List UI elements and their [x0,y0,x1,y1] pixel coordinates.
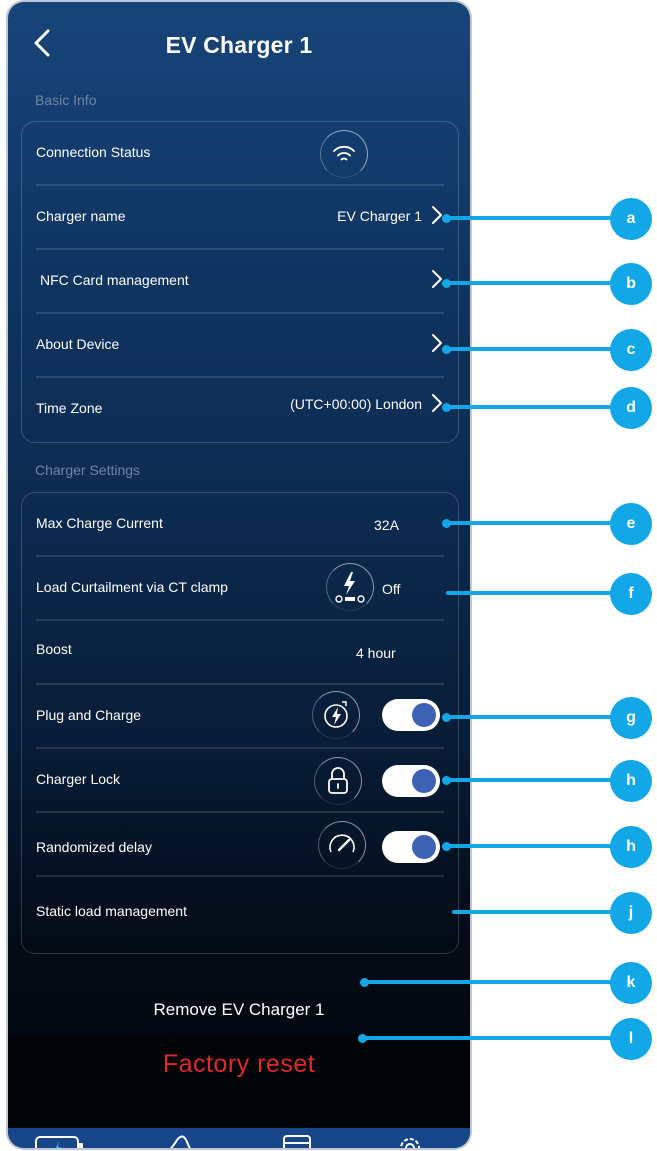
static-load-management-label: Static load management [36,903,187,919]
callout-badge-a: a [610,198,652,240]
toggle-knob [412,835,436,859]
charger-name-label: Charger name [36,208,126,224]
callout-line [446,281,622,285]
row-max-charge-current[interactable]: Max Charge Current 32A [36,493,444,557]
row-static-load-management[interactable]: Static load management [36,877,444,939]
tab-charging[interactable] [30,1128,90,1148]
callout-badge-b: b [610,263,652,305]
callout-line [446,591,622,595]
row-charger-name[interactable]: Charger name EV Charger 1 [36,186,444,250]
gear-icon [400,1138,420,1148]
phone-screen: EV Charger 1 Basic Info Connection Statu… [8,2,470,1148]
callout-line [446,521,622,525]
max-charge-current-label: Max Charge Current [36,515,163,531]
tab-statistics[interactable] [153,1128,213,1148]
plug-and-charge-label: Plug and Charge [36,707,142,723]
gauge-icon [318,821,366,869]
toggle-knob [412,703,436,727]
callout-badge-f: f [610,573,652,615]
nfc-card-management-label: NFC Card management [40,272,189,288]
boost-label: Boost [36,641,72,657]
section-label-charger-settings: Charger Settings [35,462,141,478]
row-charger-lock: Charger Lock [36,749,444,813]
charger-name-value: EV Charger 1 [337,208,422,224]
remove-charger-button[interactable]: Remove EV Charger 1 [8,1000,470,1020]
battery-charging-icon [35,1136,83,1148]
bottom-tab-bar [8,1128,470,1148]
about-device-label: About Device [36,336,120,352]
row-connection-status: Connection Status [36,122,444,186]
callout-badge-g: g [610,697,652,739]
chevron-right-icon [432,394,442,412]
callout-badge-k: k [610,962,652,1004]
factory-reset-area [8,1035,470,1128]
row-nfc-card-management[interactable]: NFC Card management [36,250,444,314]
callout-line [362,1036,622,1040]
load-curtailment-label: Load Curtailment via CT clamp [36,579,228,595]
randomized-delay-label: Randomized delay [36,839,152,855]
time-zone-label: Time Zone [36,400,103,416]
row-plug-and-charge: Plug and Charge [36,685,444,749]
callout-badge-h-2: h [610,826,652,868]
load-curtailment-value: Off [382,581,401,597]
ct-clamp-icon [326,563,374,611]
callout-badge-e: e [610,503,652,545]
lock-icon [314,757,362,805]
charger-lock-toggle[interactable] [382,765,440,797]
factory-reset-button[interactable]: Factory reset [8,1050,470,1079]
row-about-device[interactable]: About Device [36,314,444,378]
callout-line [446,778,622,782]
row-time-zone[interactable]: Time Zone (UTC+00:00) London [36,376,444,438]
toggle-knob [412,769,436,793]
row-randomized-delay: Randomized delay [36,813,444,877]
calendar-icon [283,1135,311,1148]
page-title: EV Charger 1 [165,32,313,58]
callout-line [446,715,622,719]
tab-schedule[interactable] [270,1128,330,1148]
randomized-delay-toggle[interactable] [382,831,440,863]
callout-line [446,216,622,220]
time-zone-value: (UTC+00:00) London [290,396,422,412]
callout-badge-d: d [610,387,652,429]
section-label-basic-info: Basic Info [35,92,97,108]
callout-line [364,980,622,984]
connection-status-label: Connection Status [36,144,151,160]
callout-badge-l: l [610,1018,652,1060]
basic-info-card: Connection Status Charger name EV Charge… [21,121,459,443]
callout-line [446,844,622,848]
callout-line [446,405,622,409]
plug-charge-icon [312,691,360,739]
callout-badge-c: c [610,329,652,371]
tab-settings[interactable] [380,1128,440,1148]
callout-badge-j: j [610,892,652,934]
chart-line-icon [169,1135,191,1148]
callout-badge-h: h [610,760,652,802]
chevron-right-icon [432,270,442,288]
boost-value: 4 hour [356,645,396,661]
row-load-curtailment[interactable]: Load Curtailment via CT clamp Off [36,557,444,621]
max-charge-current-value: 32A [374,517,399,533]
callout-line [446,347,622,351]
row-boost[interactable]: Boost 4 hour [36,621,444,685]
wifi-icon [320,130,368,178]
callout-line [452,910,622,914]
plug-and-charge-toggle[interactable] [382,699,440,731]
charger-settings-card: Max Charge Current 32A Load Curtailment … [21,492,459,954]
charger-lock-label: Charger Lock [36,771,121,787]
